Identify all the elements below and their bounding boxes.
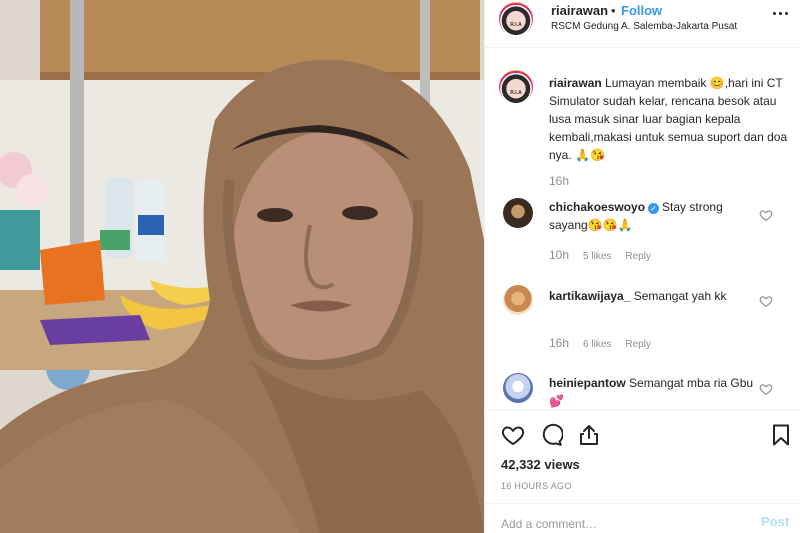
post-timestamp: 16 HOURS AGO (501, 481, 572, 491)
comment-avatar[interactable] (503, 198, 533, 228)
comment-avatar[interactable] (503, 373, 533, 403)
photo-illustration (0, 0, 484, 533)
comment-bubble-icon[interactable] (539, 423, 563, 447)
comment-username[interactable]: heiniepantow (549, 376, 626, 390)
author-avatar[interactable]: R.I.A (499, 2, 533, 36)
comment-composer: Post (485, 503, 800, 533)
author-username[interactable]: riairawan (551, 3, 608, 18)
verified-badge-icon: ✓ (648, 203, 660, 214)
comment-body: Semangat yah kk (633, 289, 727, 303)
follow-button[interactable]: Follow (621, 3, 662, 18)
post-location[interactable]: RSCM Gedung A. Salemba-Jakarta Pusat (551, 21, 737, 32)
post-comment-button[interactable]: Post (761, 514, 789, 529)
heart-icon[interactable] (501, 423, 525, 447)
caption-time: 16h (549, 174, 570, 188)
like-comment-heart-icon[interactable] (759, 208, 773, 222)
comment-time: 10h (549, 248, 570, 262)
caption-avatar[interactable]: R.I.A (499, 70, 533, 104)
post-header: R.I.A riairawan • Follow RSCM Gedung A. … (485, 0, 800, 48)
caption-text: riairawan Lumayan membaik 😊,hari ini CT … (549, 74, 789, 164)
comments-list[interactable]: R.I.A riairawan Lumayan membaik 😊,hari i… (485, 48, 800, 410)
avatar-label: R.I.A (510, 21, 522, 28)
share-icon[interactable] (577, 423, 601, 447)
comment-likes[interactable]: 6 likes (583, 339, 611, 350)
reply-button[interactable]: Reply (625, 251, 651, 262)
reply-button[interactable]: Reply (625, 339, 651, 350)
comment-text: chichakoeswoyo ✓ Stay strong sayang😘😘🙏 (549, 198, 761, 234)
comment-avatar[interactable] (503, 285, 533, 315)
more-options-icon[interactable] (771, 6, 791, 22)
comment-meta: 10h 5 likes Reply (549, 248, 651, 262)
header-separator: • (611, 3, 616, 18)
post-photo[interactable] (0, 0, 484, 533)
comment-username[interactable]: chichakoeswoyo (549, 200, 645, 214)
like-comment-heart-icon[interactable] (759, 382, 773, 396)
bookmark-icon[interactable] (769, 423, 793, 447)
comment-text: kartikawijaya_ Semangat yah kk (549, 287, 761, 305)
comment-username[interactable]: kartikawijaya_ (549, 289, 630, 303)
post-sidebar: R.I.A riairawan • Follow RSCM Gedung A. … (484, 0, 800, 533)
comment-text: heiniepantow Semangat mba ria Gbu💕 (549, 374, 761, 410)
comment-meta: 16h 6 likes Reply (549, 336, 651, 350)
post-actions: 42,332 views 16 HOURS AGO Post (485, 410, 800, 533)
comment-time: 16h (549, 336, 570, 350)
comment-likes[interactable]: 5 likes (583, 251, 611, 262)
view-count[interactable]: 42,332 views (501, 457, 580, 472)
avatar-label: R.I.A (510, 89, 522, 96)
caption-username[interactable]: riairawan (549, 76, 602, 90)
like-comment-heart-icon[interactable] (759, 294, 773, 308)
add-comment-input[interactable] (501, 514, 741, 533)
